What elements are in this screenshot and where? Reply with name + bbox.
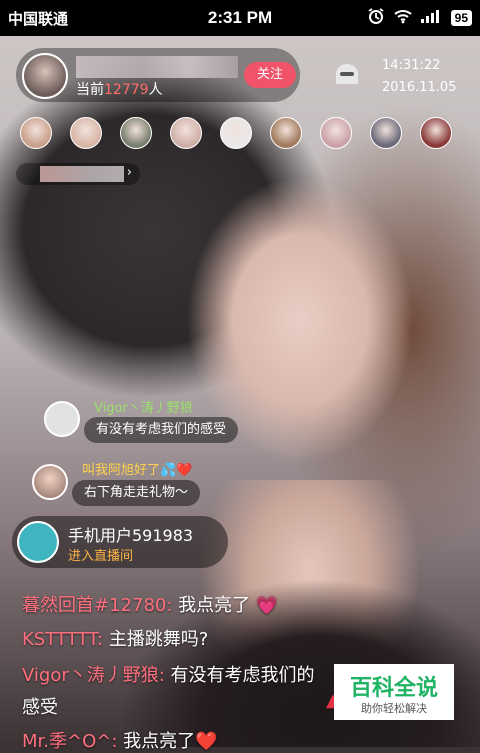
wifi-icon — [393, 8, 413, 29]
bubble-message: 右下角走走礼物～ — [72, 480, 201, 506]
user-avatar[interactable] — [17, 521, 59, 563]
bubble-message: 有没有考虑我们的感受 — [84, 417, 239, 443]
watermark-title: 百科全说 — [349, 676, 438, 701]
chevron-right-icon: › — [126, 165, 132, 180]
battery-indicator: 95 — [450, 10, 472, 26]
ghost-icon[interactable] — [332, 62, 362, 86]
entered-username: 手机用户591983 — [68, 526, 194, 545]
alarm-icon — [367, 7, 385, 30]
chat-line: KSTTTTT: 主播跳舞吗? — [22, 629, 209, 650]
chat-line: Vigor丶涛丿野狼: 有没有考虑我们的 — [22, 665, 315, 686]
host-info-pill[interactable]: 当前12779人 关注 — [16, 48, 300, 102]
user-entered-notice: 手机用户591983 进入直播间 — [12, 516, 228, 568]
room-id-pill[interactable]: › — [16, 163, 140, 185]
chat-line: 暮然回首#12780: 我点亮了 💗 — [22, 595, 279, 616]
chat-line: Mr.季^O^: 我点亮了❤️ — [22, 731, 218, 752]
viewer-count-number: 12779 — [104, 82, 149, 98]
host-name-redacted — [76, 56, 238, 78]
viewer-avatar[interactable] — [70, 117, 102, 149]
viewer-avatar[interactable] — [120, 117, 152, 149]
viewer-avatar[interactable] — [20, 117, 52, 149]
host-avatar[interactable] — [22, 53, 68, 99]
follow-button[interactable]: 关注 — [244, 62, 296, 88]
viewer-avatar[interactable] — [320, 117, 352, 149]
viewer-avatar[interactable] — [220, 117, 252, 149]
user-avatar[interactable] — [44, 401, 80, 437]
watermark-logo: 百科全说 助你轻松解决 — [334, 664, 454, 720]
viewer-avatar[interactable] — [370, 117, 402, 149]
entered-label: 进入直播间 — [68, 549, 134, 564]
room-id-redacted — [40, 166, 124, 182]
chat-line: 感受 — [22, 697, 58, 718]
status-bar: 中国联通 2:31 PM 95 — [0, 0, 480, 36]
viewer-avatar[interactable] — [270, 117, 302, 149]
signal-icon — [420, 9, 443, 28]
online-count: 当前12779人 — [76, 82, 163, 98]
status-icons: 95 — [367, 7, 472, 30]
user-avatar[interactable] — [32, 464, 68, 500]
watermark-subtitle: 助你轻松解决 — [361, 702, 427, 715]
viewer-avatar[interactable] — [170, 117, 202, 149]
stream-clock-date: 2016.11.05 — [382, 80, 457, 95]
bubble-username: Vigor丶涛丿野狼 — [94, 401, 193, 416]
viewer-avatar[interactable] — [420, 117, 452, 149]
bubble-username: 叫我阿旭好了💦❤️ — [82, 463, 193, 478]
stream-clock-time: 14:31:22 — [382, 58, 441, 73]
viewer-avatar-list — [20, 117, 452, 149]
